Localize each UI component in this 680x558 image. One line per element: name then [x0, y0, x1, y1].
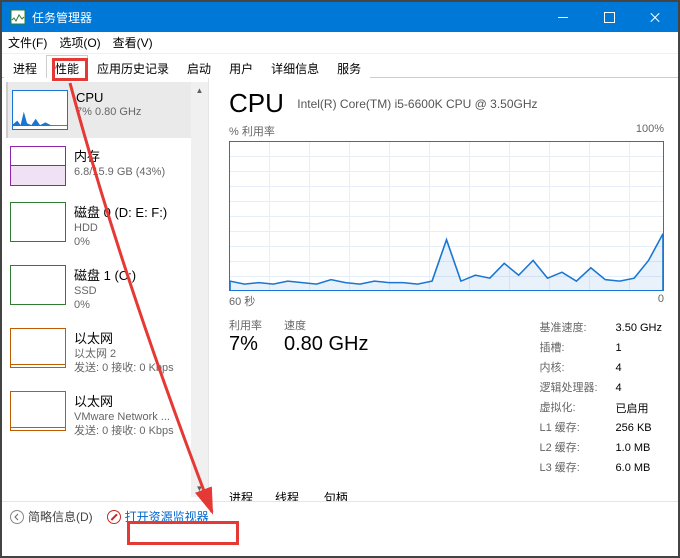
spec-table: 基准速度:3.50 GHz 插槽:1 内核:4 逻辑处理器:4 虚拟化:已启用 … — [537, 317, 664, 479]
minimize-button[interactable] — [540, 2, 586, 32]
close-button[interactable] — [632, 2, 678, 32]
disk0-sub2: 0% — [74, 235, 167, 249]
tab-users[interactable]: 用户 — [220, 55, 262, 78]
ethernet-thumb-icon — [10, 328, 66, 368]
sidebar-item-disk1[interactable]: 磁盘 1 (C:) SSD 0% — [6, 257, 208, 320]
chart-xrange: 60 秒 — [229, 293, 255, 309]
disk1-sub2: 0% — [74, 298, 136, 312]
maximize-button[interactable] — [586, 2, 632, 32]
scroll-down-icon[interactable]: ▼ — [191, 480, 208, 497]
eth0-sub1: 以太网 2 — [74, 347, 174, 361]
window-title: 任务管理器 — [32, 9, 92, 26]
tab-performance[interactable]: 性能 — [46, 55, 88, 78]
tabs: 进程 性能 应用历史记录 启动 用户 详细信息 服务 — [2, 54, 678, 78]
menubar: 文件(F) 选项(O) 查看(V) — [2, 32, 678, 54]
chevron-icon — [10, 510, 24, 524]
eth1-title: 以太网 — [74, 391, 174, 410]
cpu-title: CPU — [76, 90, 141, 105]
chart-xend: 0 — [658, 293, 664, 309]
scroll-up-icon[interactable]: ▲ — [191, 82, 208, 99]
cpu-model: Intel(R) Core(TM) i5-6600K CPU @ 3.50GHz — [297, 97, 537, 111]
sidebar-item-eth0[interactable]: 以太网 以太网 2 发送: 0 接收: 0 Kbps — [6, 320, 208, 383]
chart-ylabel: % 利用率 — [229, 123, 275, 139]
disk-thumb-icon — [10, 265, 66, 305]
fewer-details-button[interactable]: 简略信息(D) — [10, 508, 93, 525]
eth1-sub2: 发送: 0 接收: 0 Kbps — [74, 424, 174, 438]
sidebar-item-memory[interactable]: 内存 6.8/15.9 GB (43%) — [6, 138, 208, 194]
memory-title: 内存 — [74, 146, 165, 165]
sidebar-scrollbar[interactable]: ▲ ▼ — [191, 82, 208, 497]
util-value: 7% — [229, 333, 262, 356]
thread-label: 线程 — [275, 489, 302, 501]
util-label: 利用率 — [229, 317, 262, 333]
tab-details[interactable]: 详细信息 — [262, 55, 328, 78]
open-resource-monitor-link[interactable]: 打开资源监视器 — [107, 508, 209, 525]
tab-services[interactable]: 服务 — [328, 55, 370, 78]
menu-view[interactable]: 查看(V) — [113, 34, 153, 51]
resource-monitor-icon — [107, 510, 121, 524]
memory-sub: 6.8/15.9 GB (43%) — [74, 165, 165, 179]
chart-ymax: 100% — [636, 123, 664, 139]
disk1-title: 磁盘 1 (C:) — [74, 265, 136, 284]
sidebar-item-disk0[interactable]: 磁盘 0 (D: E: F:) HDD 0% — [6, 194, 208, 257]
proc-label: 进程 — [229, 489, 253, 501]
tab-startup[interactable]: 启动 — [178, 55, 220, 78]
disk0-sub1: HDD — [74, 221, 167, 235]
speed-label: 速度 — [284, 317, 368, 333]
sidebar: CPU 7% 0.80 GHz 内存 6.8/15.9 GB (43%) 磁盘 … — [2, 78, 209, 501]
menu-options[interactable]: 选项(O) — [59, 34, 100, 51]
ethernet-thumb-icon — [10, 391, 66, 431]
handle-label: 句柄 — [324, 489, 357, 501]
eth0-title: 以太网 — [74, 328, 174, 347]
tab-app-history[interactable]: 应用历史记录 — [88, 55, 178, 78]
disk-thumb-icon — [10, 202, 66, 242]
cpu-chart — [229, 141, 664, 291]
sidebar-item-cpu[interactable]: CPU 7% 0.80 GHz — [6, 82, 208, 138]
menu-file[interactable]: 文件(F) — [8, 34, 47, 51]
tab-processes[interactable]: 进程 — [4, 55, 46, 78]
app-icon — [10, 9, 26, 25]
cpu-thumb-icon — [12, 90, 68, 130]
cpu-sub: 7% 0.80 GHz — [76, 105, 141, 119]
sidebar-item-eth1[interactable]: 以太网 VMware Network ... 发送: 0 接收: 0 Kbps — [6, 383, 208, 446]
speed-value: 0.80 GHz — [284, 333, 368, 356]
page-title: CPU — [229, 88, 284, 119]
memory-thumb-icon — [10, 146, 66, 186]
disk0-title: 磁盘 0 (D: E: F:) — [74, 202, 167, 221]
eth1-sub1: VMware Network ... — [74, 410, 174, 424]
eth0-sub2: 发送: 0 接收: 0 Kbps — [74, 361, 174, 375]
disk1-sub1: SSD — [74, 284, 136, 298]
